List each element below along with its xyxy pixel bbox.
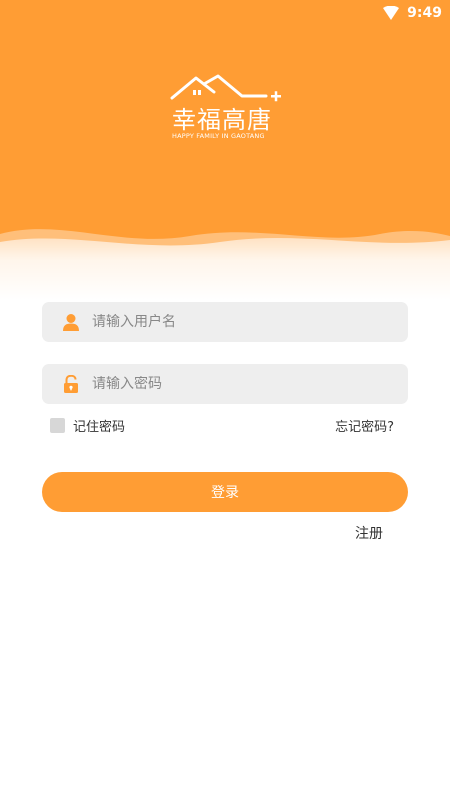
status-bar: 9:49 [0,0,450,26]
app-title: 幸福高唐 [172,106,272,134]
user-icon [63,314,79,331]
login-button[interactable]: 登录 [42,472,408,512]
remember-label: 记住密码 [73,419,126,435]
status-time: 9:49 [407,5,442,21]
header-waves [0,229,450,300]
register-link[interactable]: 注册 [355,523,383,543]
remember-password-toggle[interactable]: 记住密码 [50,415,125,435]
forgot-password-link[interactable]: 忘记密码? [335,415,394,435]
app-subtitle: HAPPY FAMILY IN GAOTANG [172,132,265,140]
lock-icon [64,375,78,393]
password-field[interactable] [42,364,408,404]
username-field[interactable] [42,302,408,342]
remember-checkbox[interactable] [50,417,65,433]
password-input[interactable] [92,376,392,392]
wifi-icon [383,6,400,20]
app-logo: 幸福高唐 HAPPY FAMILY IN GAOTANG [0,72,450,152]
username-input[interactable] [92,314,392,330]
